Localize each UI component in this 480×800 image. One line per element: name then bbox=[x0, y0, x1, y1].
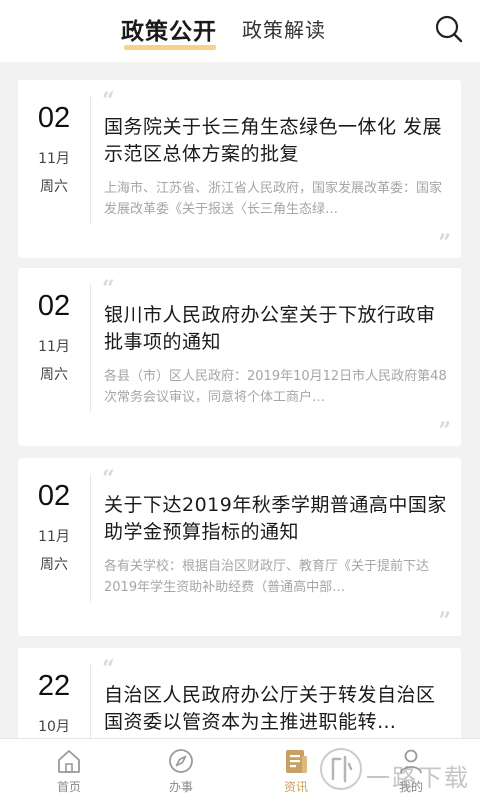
search-icon bbox=[435, 15, 463, 43]
nav-services[interactable]: 办事 bbox=[141, 739, 221, 800]
search-button[interactable] bbox=[434, 14, 464, 44]
article-day: 02 bbox=[37, 102, 71, 134]
article-month: 11月 bbox=[38, 529, 70, 545]
news-icon bbox=[286, 750, 307, 773]
card-divider bbox=[90, 284, 91, 412]
card-divider bbox=[90, 474, 91, 602]
article-date: 02 11月 周六 bbox=[18, 80, 90, 258]
article-weekday: 周六 bbox=[40, 179, 68, 195]
article-summary: 各有关学校：根据自治区财政厅、教育厅《关于提前下达2019年学生资助补助经费（普… bbox=[104, 559, 430, 595]
article-title[interactable]: 国务院关于长三角生态绿色一体化 发展示范区总体方案的批复 bbox=[104, 114, 450, 168]
article-date: 02 11月 周六 bbox=[18, 458, 90, 636]
article-summary: 上海市、江苏省、浙江省人民政府，国家发展改革委：国家发展改革委《关于报送〈长三角… bbox=[104, 181, 443, 217]
article-summary: 各县（市）区人民政府：2019年10月12日市人民政府第48次常务会议审议，同意… bbox=[104, 369, 447, 405]
close-quote-icon: ” bbox=[438, 608, 451, 634]
nav-home[interactable]: 首页 bbox=[29, 739, 109, 800]
article-card[interactable]: 02 11月 周六 “ 银川市人民政府办公室关于下放行政审批事项的通知 各县（市… bbox=[18, 268, 461, 446]
article-day: 02 bbox=[37, 480, 71, 512]
watermark: 一路下载 bbox=[318, 742, 478, 800]
article-day: 02 bbox=[37, 290, 71, 322]
article-title[interactable]: 关于下达2019年秋季学期普通高中国家助学金预算指标的通知 bbox=[104, 492, 450, 546]
article-card[interactable]: 02 11月 周六 “ 关于下达2019年秋季学期普通高中国家助学金预算指标的通… bbox=[18, 458, 461, 636]
article-month: 11月 bbox=[38, 151, 70, 167]
article-day: 22 bbox=[37, 670, 71, 702]
close-quote-icon: ” bbox=[438, 418, 451, 444]
article-month: 10月 bbox=[38, 719, 70, 735]
close-quote-icon: ” bbox=[438, 230, 451, 256]
active-tab-indicator bbox=[124, 45, 216, 50]
article-card[interactable]: 02 11月 周六 “ 国务院关于长三角生态绿色一体化 发展示范区总体方案的批复… bbox=[18, 80, 461, 258]
watermark-logo-icon bbox=[320, 748, 362, 790]
top-bar: 政策公开 政策解读 bbox=[0, 0, 480, 62]
home-icon bbox=[58, 750, 80, 773]
nav-label-home: 首页 bbox=[56, 780, 81, 794]
open-quote-icon: “ bbox=[102, 88, 115, 114]
open-quote-icon: “ bbox=[102, 276, 115, 302]
open-quote-icon: “ bbox=[102, 466, 115, 492]
article-title[interactable]: 银川市人民政府办公室关于下放行政审批事项的通知 bbox=[104, 302, 450, 356]
tab-policy-open[interactable]: 政策公开 bbox=[121, 12, 217, 46]
tab-policy-interpretation[interactable]: 政策解读 bbox=[242, 14, 326, 43]
article-date: 02 11月 周六 bbox=[18, 268, 90, 446]
card-divider bbox=[90, 96, 91, 224]
nav-label-services: 办事 bbox=[168, 780, 193, 794]
article-weekday: 周六 bbox=[40, 367, 68, 383]
compass-icon bbox=[169, 749, 193, 773]
open-quote-icon: “ bbox=[102, 656, 115, 682]
watermark-text: 一路下载 bbox=[366, 764, 470, 792]
article-month: 11月 bbox=[38, 339, 70, 355]
article-title[interactable]: 自治区人民政府办公厅关于转发自治区国资委以管资本为主推进职能转… bbox=[104, 682, 450, 736]
article-weekday: 周六 bbox=[40, 557, 68, 573]
